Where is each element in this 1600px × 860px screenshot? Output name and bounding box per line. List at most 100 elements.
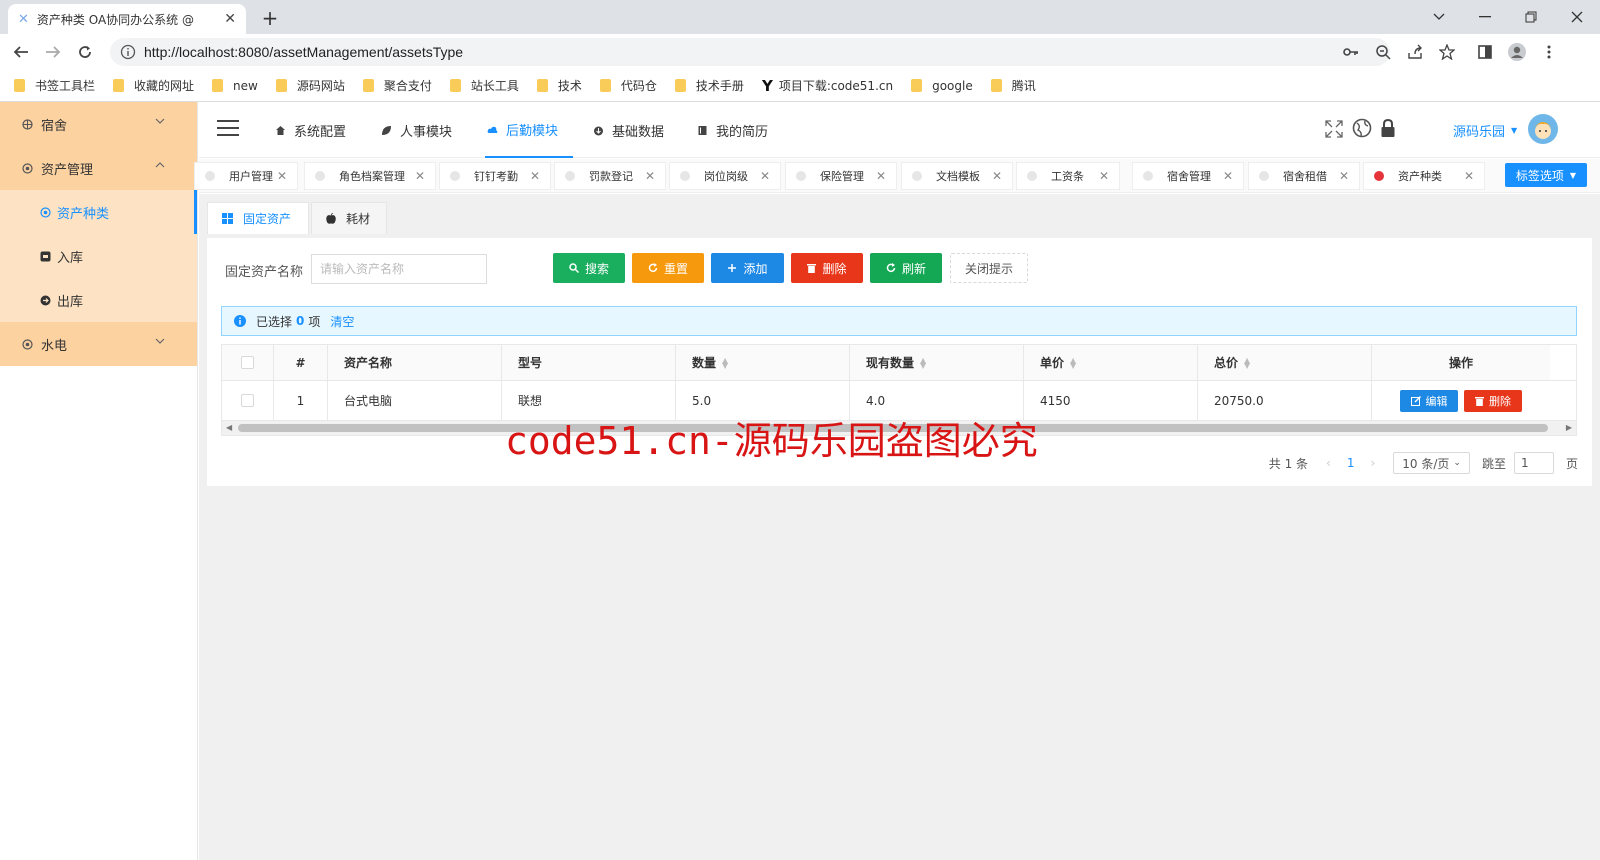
bookmark-star-icon[interactable] <box>1434 39 1460 65</box>
sort-icon[interactable]: ▲ ▼ <box>1070 356 1076 369</box>
column-header-sortable[interactable]: 现有数量 ▲ ▼ <box>850 345 1024 380</box>
lock-icon[interactable] <box>1380 118 1396 138</box>
nav-system-config[interactable]: 系统配置 <box>275 102 346 158</box>
hamburger-menu-icon[interactable] <box>217 119 239 137</box>
avatar[interactable] <box>1528 114 1558 144</box>
forward-icon[interactable] <box>40 39 66 65</box>
scrollbar-thumb[interactable] <box>238 424 1548 432</box>
column-header-sortable[interactable]: 总价 ▲ ▼ <box>1198 345 1372 380</box>
tag-item[interactable]: 宿舍租借 ✕ <box>1248 162 1360 190</box>
refresh-button[interactable]: 刷新 <box>870 253 942 283</box>
close-icon[interactable]: ✕ <box>760 169 770 183</box>
menu-dots-icon[interactable] <box>1536 39 1562 65</box>
sidebar-item-stock-in[interactable]: 入库 <box>0 234 197 278</box>
clear-selection-link[interactable]: 清空 <box>330 313 354 330</box>
close-icon[interactable]: ✕ <box>530 169 540 183</box>
profile-icon[interactable] <box>1504 39 1530 65</box>
bookmark-item[interactable]: 技术手册 <box>674 77 744 94</box>
sidebar-item-asset-type[interactable]: 资产种类 <box>0 190 197 234</box>
tag-item[interactable]: 用户管理 ✕ <box>194 162 298 190</box>
goto-page-input[interactable]: 1 <box>1513 452 1554 474</box>
share-icon[interactable] <box>1402 39 1428 65</box>
tag-item[interactable]: 宿舍管理 ✕ <box>1132 162 1244 190</box>
nav-hr-module[interactable]: 人事模块 <box>381 102 452 158</box>
tag-item[interactable]: 角色档案管理 ✕ <box>304 162 436 190</box>
tab-search-icon[interactable] <box>1416 4 1462 30</box>
search-button[interactable]: 搜索 <box>553 253 625 283</box>
site-info-icon[interactable] <box>120 44 136 60</box>
bookmark-item[interactable]: 书签工具栏 <box>14 77 95 94</box>
tag-item[interactable]: 资产种类 ✕ <box>1363 162 1485 190</box>
close-icon[interactable]: ✕ <box>992 169 1002 183</box>
bookmark-item[interactable]: 站长工具 <box>449 77 519 94</box>
bookmark-item[interactable]: new <box>212 79 258 93</box>
tab-fixed-assets[interactable]: 固定资产 <box>207 202 309 234</box>
tag-item[interactable]: 文档模板 ✕ <box>901 162 1013 190</box>
table-row[interactable]: 1 台式电脑 联想 5.0 4.0 4150 20750.0 编辑 删除 <box>222 381 1576 421</box>
sort-icon[interactable]: ▲ ▼ <box>722 356 728 369</box>
reload-icon[interactable] <box>72 39 98 65</box>
nav-my-resume[interactable]: 我的简历 <box>697 102 768 158</box>
close-tip-button[interactable]: 关闭提示 <box>950 253 1028 283</box>
page-size-select[interactable]: 10 条/页 ⌄ <box>1393 452 1470 474</box>
key-icon[interactable] <box>1338 39 1364 65</box>
back-icon[interactable] <box>8 39 34 65</box>
scroll-right-icon[interactable]: ▶ <box>1566 423 1572 432</box>
tag-item[interactable]: 钉钉考勤 ✕ <box>439 162 551 190</box>
page-number[interactable]: 1 <box>1347 456 1355 470</box>
bookmark-item[interactable]: 腾讯 <box>990 77 1036 94</box>
bookmark-item[interactable]: 代码仓 <box>599 77 657 94</box>
column-header-sortable[interactable]: 数量 ▲ ▼ <box>676 345 850 380</box>
close-icon[interactable]: ✕ <box>645 169 655 183</box>
nav-basic-data[interactable]: 基础数据 <box>593 102 664 158</box>
reset-button[interactable]: 重置 <box>632 253 704 283</box>
restore-icon[interactable] <box>1508 4 1554 30</box>
asset-name-search-input[interactable] <box>311 254 487 284</box>
column-header-sortable[interactable]: 单价 ▲ ▼ <box>1024 345 1198 380</box>
close-icon[interactable]: ✕ <box>876 169 886 183</box>
sidebar-menu-dormitory[interactable]: 宿舍 <box>0 102 197 146</box>
browser-tab[interactable]: ✕ 资产种类 OA协同办公系统 @ ✕ <box>8 4 246 34</box>
close-icon[interactable]: ✕ <box>1339 169 1349 183</box>
side-panel-icon[interactable] <box>1472 39 1498 65</box>
sidebar-item-stock-out[interactable]: 出库 <box>0 278 197 322</box>
language-globe-icon[interactable] <box>1352 118 1372 138</box>
select-all-checkbox[interactable] <box>241 356 254 369</box>
new-tab-icon[interactable]: + <box>258 6 282 30</box>
user-menu[interactable]: 源码乐园 ▼ <box>1453 102 1517 158</box>
delete-row-button[interactable]: 删除 <box>1464 389 1522 412</box>
next-page-icon[interactable]: › <box>1370 456 1375 470</box>
horizontal-scrollbar[interactable]: ◀ ▶ <box>222 421 1576 435</box>
close-icon[interactable]: ✕ <box>277 169 287 183</box>
tag-options-button[interactable]: 标签选项 ▼ <box>1505 163 1587 187</box>
sort-icon[interactable]: ▲ ▼ <box>920 356 926 369</box>
nav-logistics-module[interactable]: 后勤模块 <box>485 102 573 158</box>
close-window-icon[interactable] <box>1554 4 1600 30</box>
scroll-left-icon[interactable]: ◀ <box>226 423 232 432</box>
prev-page-icon[interactable]: ‹ <box>1326 456 1331 470</box>
tag-item[interactable]: 保险管理 ✕ <box>785 162 897 190</box>
close-icon[interactable]: ✕ <box>415 169 425 183</box>
sort-icon[interactable]: ▲ ▼ <box>1244 356 1250 369</box>
sidebar-menu-asset-management[interactable]: 资产管理 <box>0 146 197 190</box>
row-checkbox[interactable] <box>241 394 254 407</box>
tag-item[interactable]: 岗位岗级 ✕ <box>669 162 781 190</box>
close-icon[interactable]: ✕ <box>1464 169 1474 183</box>
bookmark-item[interactable]: Y 项目下载:code51.cn <box>762 77 893 95</box>
fullscreen-icon[interactable] <box>1325 120 1343 138</box>
close-icon[interactable]: ✕ <box>1223 169 1233 183</box>
tab-close-icon[interactable]: ✕ <box>224 11 236 27</box>
tag-item[interactable]: 工资条 ✕ <box>1016 162 1120 190</box>
add-button[interactable]: 添加 <box>711 253 784 283</box>
bookmark-item[interactable]: 技术 <box>536 77 582 94</box>
bookmark-item[interactable]: 源码网站 <box>275 77 345 94</box>
tab-consumables[interactable]: 耗材 <box>311 202 387 234</box>
edit-row-button[interactable]: 编辑 <box>1400 389 1458 412</box>
delete-button[interactable]: 删除 <box>791 253 863 283</box>
minimize-icon[interactable] <box>1462 4 1508 30</box>
close-icon[interactable]: ✕ <box>1099 169 1109 183</box>
tag-item[interactable]: 罚款登记 ✕ <box>554 162 666 190</box>
bookmark-item[interactable]: google <box>911 79 973 93</box>
url-field[interactable]: http://localhost:8080/assetManagement/as… <box>110 38 1390 66</box>
sidebar-menu-utilities[interactable]: 水电 <box>0 322 197 366</box>
